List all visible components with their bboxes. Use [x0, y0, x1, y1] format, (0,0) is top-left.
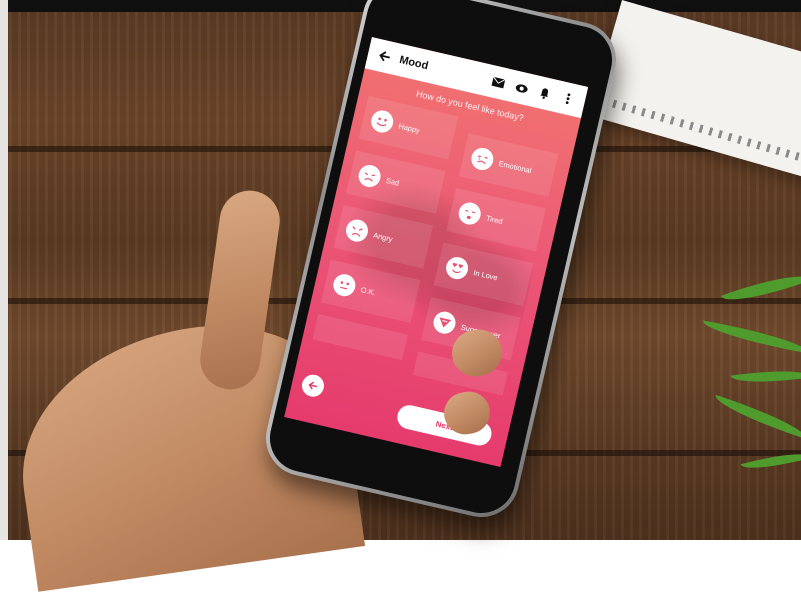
heart-eyes-face-icon — [443, 254, 471, 282]
mood-option-happy[interactable]: Happy — [358, 95, 459, 160]
eye-icon[interactable] — [510, 77, 532, 99]
sad-face-icon — [356, 162, 383, 190]
more-vert-icon[interactable] — [557, 88, 579, 110]
superhero-shield-icon — [431, 309, 458, 336]
mood-label: In Love — [472, 267, 499, 282]
left-edge-strip — [0, 0, 8, 540]
spiral-notebook — [588, 0, 801, 182]
back-fab-button[interactable] — [299, 372, 327, 399]
neutral-face-icon — [331, 272, 358, 299]
smile-face-icon — [368, 108, 396, 135]
envelope-icon[interactable] — [487, 72, 509, 94]
mood-label: Emotional — [497, 158, 533, 175]
mood-label: O.K. — [359, 284, 377, 297]
mood-label: Happy — [397, 120, 421, 135]
bell-icon[interactable] — [534, 83, 556, 105]
emotional-face-icon — [469, 145, 496, 173]
mood-label: Angry — [372, 230, 394, 244]
arrow-left-icon[interactable] — [374, 46, 396, 68]
angry-face-icon — [343, 217, 371, 244]
green-plant — [700, 260, 801, 490]
mood-label: Sad — [385, 175, 401, 188]
mood-label: Tired — [485, 212, 504, 226]
tired-face-icon — [456, 200, 483, 227]
